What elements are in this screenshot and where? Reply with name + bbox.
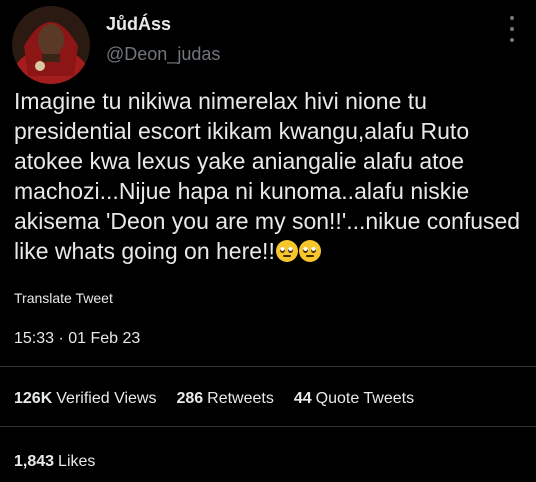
divider — [0, 426, 536, 427]
views-count: 126K — [14, 390, 53, 407]
quote-tweets-count: 44 — [293, 390, 312, 407]
retweets-count: 286 — [176, 390, 204, 407]
tweet-card: JůdÁss @Deon_judas Imagine tu nikiwa nim… — [0, 0, 536, 482]
tweet-text: Imagine tu nikiwa nimerelax hivi nione t… — [14, 86, 526, 266]
more-options-icon[interactable] — [504, 16, 520, 42]
likes-stat[interactable]: 1,843 Likes — [14, 453, 95, 471]
likes-count: 1,843 — [14, 453, 55, 470]
timestamp[interactable]: 15:33 · 01 Feb 23 — [14, 330, 140, 348]
face-with-rolling-eyes-emoji — [275, 240, 298, 262]
views-label[interactable]: Verified Views — [56, 390, 156, 407]
dot — [510, 27, 514, 31]
translate-tweet-link[interactable]: Translate Tweet — [14, 290, 113, 306]
dot — [510, 16, 514, 20]
tweet-text-content: Imagine tu nikiwa nimerelax hivi nione t… — [14, 88, 527, 264]
avatar-image — [12, 6, 90, 84]
tweet-stats: 126K Verified Views 286 Retweets 44 Quote Twe… — [14, 390, 414, 408]
divider — [0, 366, 536, 367]
retweets-label[interactable]: Retweets — [207, 390, 274, 407]
likes-label: Likes — [58, 453, 96, 470]
display-name[interactable]: JůdÁss — [106, 14, 171, 35]
dot — [510, 38, 514, 42]
avatar[interactable] — [12, 6, 90, 84]
face-with-rolling-eyes-emoji — [298, 240, 321, 262]
username[interactable]: @Deon_judas — [106, 44, 220, 65]
quote-tweets-label[interactable]: Quote Tweets — [316, 390, 414, 407]
